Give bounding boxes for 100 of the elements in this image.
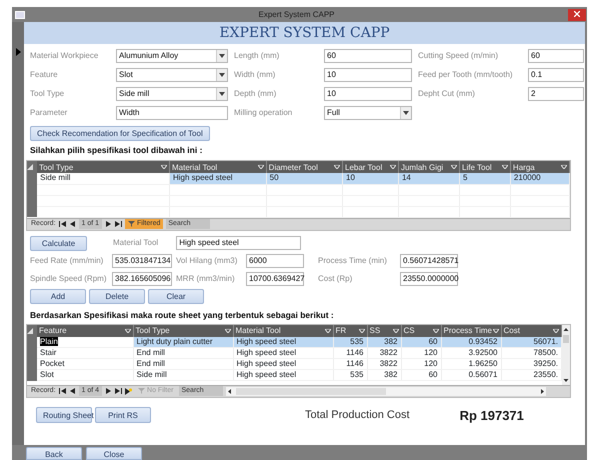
dropdown-arrow-icon[interactable]: [358, 328, 364, 332]
input-field[interactable]: High speed steel: [176, 236, 302, 250]
field-label: Material Workpiece: [30, 50, 100, 62]
last-record-icon[interactable]: [115, 221, 122, 227]
vertical-scrollbar[interactable]: [562, 324, 570, 384]
last-record-icon[interactable]: [115, 388, 122, 394]
action-button[interactable]: Routing Sheet: [36, 407, 92, 424]
field-label: Feature: [30, 69, 59, 81]
dropdown-field[interactable]: Slot: [116, 68, 228, 82]
dropdown-arrow-icon[interactable]: [390, 165, 396, 169]
table-cell: Side mill: [136, 370, 167, 379]
table-cell: End mill: [136, 348, 165, 357]
dropdown-arrow-icon[interactable]: [502, 165, 508, 169]
table-row[interactable]: Pocket End mill High speed steel 1146 3822 120 1.96250 39250.: [27, 358, 562, 370]
field-label: Feed per Tooth (mm/tooth): [418, 69, 514, 81]
check-recommendation-button[interactable]: Check Recomendation for Specification of Tool: [30, 126, 210, 141]
dropdown-arrow-icon[interactable]: [160, 165, 167, 169]
field-label: Parameter: [30, 107, 68, 119]
table-cell: Stair: [40, 348, 56, 357]
dropdown-field[interactable]: Full: [324, 106, 412, 120]
select-all-icon[interactable]: [27, 164, 33, 170]
field-label: Vol Hilang (mm3): [176, 254, 238, 266]
table-cell: 14: [402, 173, 411, 182]
table-cell: 1.96250: [468, 359, 498, 368]
table-row[interactable]: Slot Side mill High speed steel 535 382 60 0.56071 23550.: [27, 370, 562, 380]
footer-button[interactable]: Back: [26, 447, 82, 460]
input-field[interactable]: 382.165605096: [112, 272, 172, 286]
input-field[interactable]: 23550.0000000: [400, 272, 458, 286]
dropdown-arrow-icon[interactable]: [561, 165, 567, 169]
table-cell: 5: [463, 173, 468, 182]
input-field[interactable]: 535.031847134: [112, 254, 172, 268]
dropdown-arrow-icon[interactable]: [392, 328, 398, 332]
action-button[interactable]: Print RS: [95, 407, 151, 424]
action-button[interactable]: Add: [30, 288, 86, 304]
table-cell: 3822: [380, 359, 398, 368]
input-field[interactable]: 10: [324, 87, 412, 101]
input-field[interactable]: 10: [324, 68, 412, 82]
dropdown-arrow-icon[interactable]: [334, 165, 340, 169]
dropdown-arrow-icon[interactable]: [451, 165, 458, 169]
footer-button[interactable]: Close: [86, 447, 142, 460]
calculate-button[interactable]: Calculate: [30, 236, 87, 250]
new-record-icon[interactable]: [125, 388, 132, 394]
previous-record-icon[interactable]: [68, 388, 76, 394]
previous-record-icon[interactable]: [68, 221, 76, 227]
table-cell: 1146: [346, 348, 364, 357]
table-cell: 120: [424, 359, 438, 368]
field-label: Feed Rate (mm/min): [30, 254, 104, 266]
field-label: Material Tool: [113, 237, 158, 249]
table-cell: High speed steel: [172, 173, 233, 182]
next-record-icon[interactable]: [105, 388, 112, 394]
horizontal-scrollbar[interactable]: [226, 386, 546, 396]
input-field[interactable]: 10700.6369427: [246, 272, 304, 286]
table-row[interactable]: Plain Light duty plain cutter High speed steel 535 382 60 0.93452 56071.: [27, 336, 562, 348]
action-button[interactable]: Clear: [148, 288, 204, 304]
input-field[interactable]: 0.1: [528, 68, 584, 82]
field-label: Width (mm): [234, 69, 276, 81]
first-record-icon[interactable]: [58, 221, 66, 227]
dropdown-arrow-icon: [403, 111, 409, 115]
input-field[interactable]: 6000: [246, 254, 304, 268]
select-all-icon[interactable]: [27, 328, 33, 334]
dropdown-arrow-icon[interactable]: [324, 328, 330, 332]
instruction-text: Berdasarkan Spesifikasi maka route sheet yang terbentuk sebagai berikut :: [30, 310, 334, 320]
table-cell: 535: [350, 370, 364, 379]
dropdown-arrow-icon[interactable]: [432, 328, 438, 332]
table-cell: 60: [428, 370, 438, 379]
dropdown-arrow-icon[interactable]: [553, 328, 559, 332]
table-cell: High speed steel: [236, 359, 296, 368]
input-field[interactable]: Width: [116, 106, 228, 120]
table-cell: 1146: [346, 359, 364, 368]
input-field[interactable]: 60: [324, 49, 412, 63]
table-row[interactable]: Stair End mill High speed steel 1146 3822 120 3.92500 78500.: [27, 348, 562, 358]
record-selector-icon: [16, 48, 20, 56]
dropdown-arrow-icon[interactable]: [224, 328, 230, 332]
table-cell: 39250.: [534, 359, 558, 368]
dropdown-field[interactable]: Alumunium Alloy: [116, 49, 228, 63]
table-cell: 56071.: [534, 336, 558, 346]
table-cell: High speed steel: [236, 336, 296, 346]
field-label: Cutting Speed (m/min): [418, 50, 500, 62]
table-cell: 50: [270, 173, 279, 182]
table-row[interactable]: Side mill High speed steel 50 10 14 5 210000: [27, 173, 570, 184]
input-field[interactable]: 0.56071428571: [400, 254, 458, 268]
field-label: Tool Type: [30, 88, 66, 100]
close-icon: [574, 11, 580, 18]
first-record-icon[interactable]: [58, 388, 66, 394]
table-cell: 382: [384, 336, 398, 346]
dropdown-arrow-icon[interactable]: [492, 328, 498, 332]
field-label: Length (mm): [234, 50, 280, 62]
dropdown-arrow-icon[interactable]: [124, 328, 130, 332]
field-label: Milling operation: [234, 107, 294, 119]
dropdown-field[interactable]: Side mill: [116, 87, 228, 101]
next-record-icon[interactable]: [105, 221, 112, 227]
filter-icon: [128, 221, 136, 227]
total-label: Total Production Cost: [305, 408, 410, 423]
dropdown-arrow-icon: [219, 54, 225, 58]
input-field[interactable]: 60: [528, 49, 584, 63]
close-button[interactable]: [568, 8, 586, 20]
table-cell: 60: [428, 336, 438, 346]
dropdown-arrow-icon[interactable]: [258, 165, 264, 169]
input-field[interactable]: 2: [528, 87, 584, 101]
action-button[interactable]: Delete: [89, 288, 145, 304]
